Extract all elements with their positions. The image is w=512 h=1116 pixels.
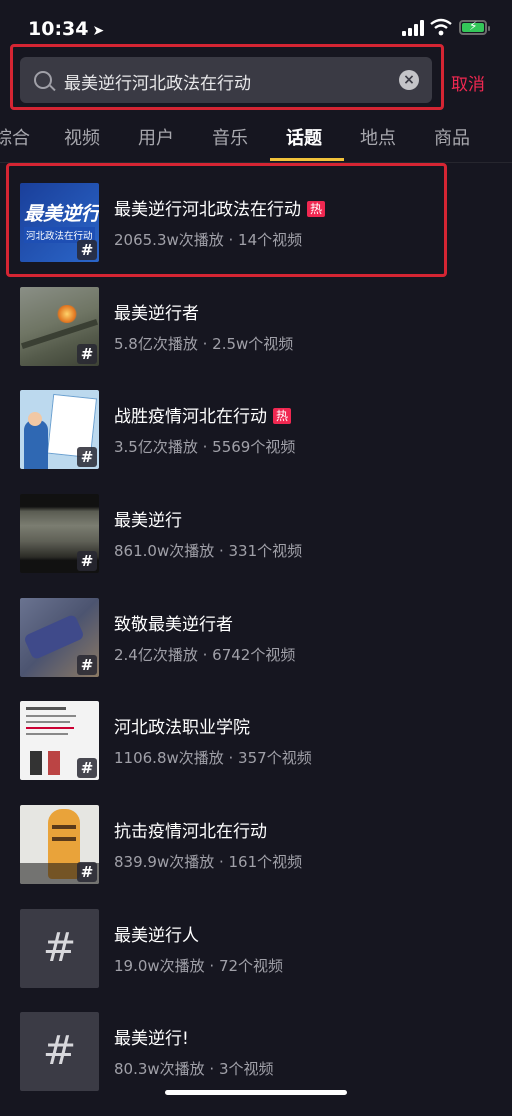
topic-title[interactable]: 最美逆行人 xyxy=(114,921,199,946)
topic-result-item[interactable]: # 致敬最美逆行者 2.4亿次播放 · 6742个视频 xyxy=(0,598,512,702)
clear-icon[interactable]: × xyxy=(399,70,419,90)
tab-videos[interactable]: 视频 xyxy=(64,124,100,150)
topic-title[interactable]: 战胜疫情河北在行动热 xyxy=(114,402,292,427)
topic-result-item[interactable]: # 最美逆行! 80.3w次播放 · 3个视频 xyxy=(0,1012,512,1116)
cancel-button[interactable]: 取消 xyxy=(451,70,485,95)
search-input[interactable]: 最美逆行河北政法在行动 × xyxy=(20,57,432,103)
hashtag-icon: # xyxy=(42,925,77,971)
tab-topics[interactable]: 话题 xyxy=(286,124,322,150)
wifi-icon xyxy=(430,18,452,36)
topic-stats: 2.4亿次播放 · 6742个视频 xyxy=(114,646,296,664)
hashtag-icon: # xyxy=(77,862,97,882)
category-tabs: 综合 视频 用户 音乐 话题 地点 商品 xyxy=(0,118,512,163)
active-tab-indicator xyxy=(270,158,344,161)
topic-result-item[interactable]: # 河北政法职业学院 1106.8w次播放 · 357个视频 xyxy=(0,701,512,805)
topic-result-item[interactable]: # 最美逆行者 5.8亿次播放 · 2.5w个视频 xyxy=(0,287,512,391)
topic-result-item[interactable]: # 最美逆行 861.0w次播放 · 331个视频 xyxy=(0,494,512,598)
search-query-text[interactable]: 最美逆行河北政法在行动 xyxy=(64,69,251,94)
topic-title[interactable]: 最美逆行! xyxy=(114,1024,189,1049)
topic-stats: 839.9w次播放 · 161个视频 xyxy=(114,853,303,871)
topic-thumbnail: # xyxy=(20,909,99,988)
hashtag-icon: # xyxy=(77,447,97,467)
location-arrow-icon: ➤ xyxy=(92,23,105,39)
hot-badge: 热 xyxy=(273,408,292,424)
search-icon xyxy=(34,71,52,89)
topic-thumbnail: # xyxy=(20,805,99,884)
topic-title[interactable]: 最美逆行者 xyxy=(114,299,199,324)
topic-title[interactable]: 致敬最美逆行者 xyxy=(114,610,233,635)
topic-stats: 19.0w次播放 · 72个视频 xyxy=(114,957,284,975)
topic-thumbnail: # xyxy=(20,494,99,573)
tab-products[interactable]: 商品 xyxy=(434,124,470,150)
hashtag-icon: # xyxy=(42,1028,77,1074)
topic-stats: 5.8亿次播放 · 2.5w个视频 xyxy=(114,335,294,353)
tab-music[interactable]: 音乐 xyxy=(212,124,248,150)
topic-title[interactable]: 抗击疫情河北在行动 xyxy=(114,817,267,842)
topic-result-item[interactable]: # 抗击疫情河北在行动 839.9w次播放 · 161个视频 xyxy=(0,805,512,909)
hashtag-icon: # xyxy=(77,344,97,364)
topic-result-item[interactable]: # 战胜疫情河北在行动热 3.5亿次播放 · 5569个视频 xyxy=(0,390,512,494)
hashtag-icon: # xyxy=(77,551,97,571)
status-time: 10:34 ➤ xyxy=(28,18,105,40)
topic-title[interactable]: 最美逆行 xyxy=(114,506,182,531)
hashtag-icon: # xyxy=(77,655,97,675)
topic-stats: 3.5亿次播放 · 5569个视频 xyxy=(114,438,296,456)
topic-thumbnail: # xyxy=(20,701,99,780)
topic-thumbnail: # xyxy=(20,390,99,469)
topic-stats: 80.3w次播放 · 3个视频 xyxy=(114,1060,274,1078)
hashtag-icon: # xyxy=(77,758,97,778)
topic-thumbnail: # xyxy=(20,287,99,366)
cellular-signal-icon xyxy=(402,20,424,36)
tab-comprehensive[interactable]: 综合 xyxy=(0,124,30,150)
topic-stats: 861.0w次播放 · 331个视频 xyxy=(114,542,303,560)
tab-users[interactable]: 用户 xyxy=(138,124,174,150)
battery-icon: ⚡ xyxy=(459,19,490,35)
topic-thumbnail: # xyxy=(20,598,99,677)
topic-stats: 1106.8w次播放 · 357个视频 xyxy=(114,749,312,767)
result-highlight-frame xyxy=(6,163,447,277)
topic-title[interactable]: 河北政法职业学院 xyxy=(114,713,250,738)
topic-thumbnail: # xyxy=(20,1012,99,1091)
tab-locations[interactable]: 地点 xyxy=(360,124,396,150)
home-indicator[interactable] xyxy=(165,1090,347,1095)
topic-result-item[interactable]: # 最美逆行人 19.0w次播放 · 72个视频 xyxy=(0,909,512,1013)
